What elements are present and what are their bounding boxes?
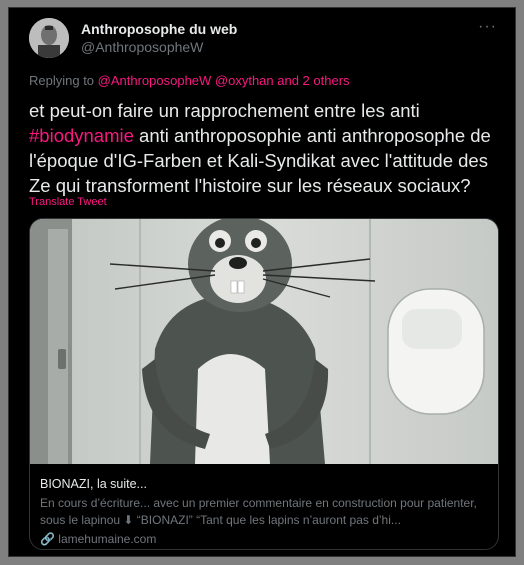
replying-users-link[interactable]: @AnthroposopheW @oxythan and 2 others xyxy=(98,73,350,88)
tweet-text-part1: et peut-on faire un rapprochement entre … xyxy=(29,100,420,121)
translate-tweet-link[interactable]: Translate Tweet xyxy=(29,196,107,208)
avatar[interactable] xyxy=(29,18,69,58)
link-card[interactable]: BIONAZI, la suite... En cours d’écriture… xyxy=(29,218,499,550)
card-title[interactable]: BIONAZI, la suite... xyxy=(40,477,147,491)
author-name[interactable]: Anthroposophe du web xyxy=(81,21,237,37)
more-options-icon[interactable]: ··· xyxy=(478,18,497,36)
hashtag-link[interactable]: #biodynamie xyxy=(29,125,134,146)
replying-prefix: Replying to xyxy=(29,73,98,88)
author-handle[interactable]: @AnthroposopheW xyxy=(81,39,203,55)
card-description: En cours d’écriture... avec un premier c… xyxy=(40,496,477,527)
tweet-text: et peut-on faire un rapprochement entre … xyxy=(29,98,499,198)
tweet-panel: Anthroposophe du web @AnthroposopheW ···… xyxy=(8,7,516,557)
link-icon: 🔗 xyxy=(40,532,55,546)
card-domain: 🔗 lamehumaine.com xyxy=(40,532,156,546)
replying-to: Replying to @AnthroposopheW @oxythan and… xyxy=(29,73,350,88)
card-image[interactable] xyxy=(30,219,498,464)
card-domain-text: lamehumaine.com xyxy=(58,532,157,546)
